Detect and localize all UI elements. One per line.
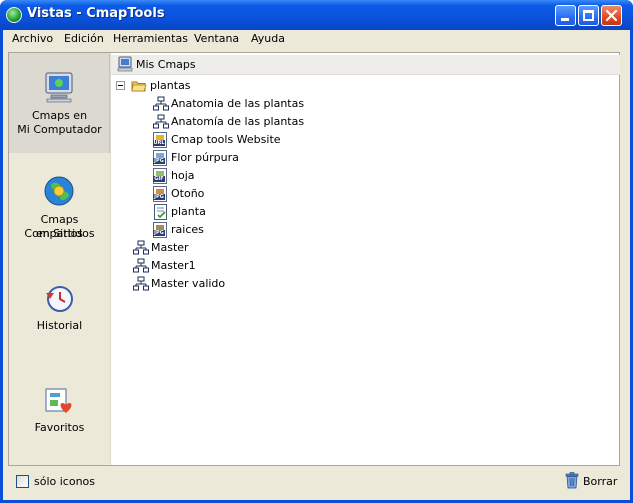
sidebar-item-history[interactable]: Historial	[9, 279, 110, 339]
tree-item-label: planta	[171, 205, 206, 218]
close-button[interactable]	[601, 5, 622, 26]
sidebar-item-label: Historial	[36, 319, 83, 332]
tree-item-row[interactable]: Master	[111, 239, 620, 257]
tree-item-row[interactable]: Anatomia de las plantas	[111, 95, 620, 113]
tree-root-row[interactable]: Mis Cmaps	[111, 55, 620, 75]
tree-item-row[interactable]: Master valido	[111, 275, 620, 293]
tree-item-row[interactable]: Anatomía de las plantas	[111, 113, 620, 131]
views-sidebar: Cmaps en Mi Computador Cmaps Compartidos…	[9, 53, 110, 465]
tree-item-label: Anatomía de las plantas	[171, 115, 305, 128]
tree-item-row[interactable]: planta	[111, 203, 620, 221]
file-type-badge: GIF	[153, 176, 165, 182]
tree-item-row[interactable]: URL Cmap tools Website	[111, 131, 620, 149]
tree-root-label: Mis Cmaps	[136, 58, 196, 71]
icons-only-label: sólo iconos	[34, 475, 96, 488]
history-icon	[46, 286, 73, 312]
menu-archivo[interactable]: Archivo	[12, 32, 53, 45]
close-icon	[605, 9, 618, 22]
tree-folder-label: plantas	[150, 79, 191, 92]
tree-item-label: hoja	[171, 169, 195, 182]
cmap-icon	[133, 276, 149, 291]
favorites-icon	[45, 388, 72, 413]
sidebar-item-label: Favoritos	[34, 421, 85, 434]
menu-herramientas[interactable]: Herramientas	[113, 32, 188, 45]
sidebar-item-label: en Sitios	[35, 227, 84, 240]
shared-sites-icon	[44, 176, 74, 206]
cmap-icon	[133, 240, 149, 255]
sidebar-item-label: Cmaps en	[31, 109, 88, 122]
sidebar-item-shared-sites[interactable]: Cmaps Compartidos en Sitios	[9, 171, 110, 243]
computer-icon	[45, 72, 73, 103]
jpg-file-icon: JPG	[153, 150, 167, 166]
tree-item-row[interactable]: JPG Flor púrpura	[111, 149, 620, 167]
status-bar: sólo iconos Borrar	[8, 470, 620, 494]
window-title: Vistas - CmapTools	[27, 6, 165, 21]
tree-item-label: Cmap tools Website	[171, 133, 281, 146]
jpg-file-icon: JPG	[153, 186, 167, 202]
menu-edicion[interactable]: Edición	[64, 32, 104, 45]
doc-file-icon	[154, 204, 167, 220]
tree-item-row[interactable]: JPG Otoño	[111, 185, 620, 203]
maximize-icon	[583, 10, 594, 21]
cmap-icon	[153, 96, 169, 111]
minimize-icon	[561, 18, 569, 21]
sidebar-item-my-computer[interactable]: Cmaps en Mi Computador	[9, 53, 110, 153]
file-type-badge: URL	[153, 140, 165, 146]
cmap-icon	[133, 258, 149, 273]
minimize-button[interactable]	[555, 5, 576, 26]
window-frame: Archivo Edición Herramientas Ventana Ayu…	[3, 30, 630, 500]
views-panel: Cmaps en Mi Computador Cmaps Compartidos…	[8, 52, 620, 466]
trash-icon[interactable]	[565, 472, 579, 489]
tree-item-label: Flor púrpura	[171, 151, 239, 164]
file-type-badge: JPG	[153, 158, 165, 164]
tree-item-label: Anatomia de las plantas	[171, 97, 305, 110]
my-cmaps-icon	[117, 56, 133, 72]
menu-ventana[interactable]: Ventana	[194, 32, 239, 45]
jpg-file-icon: JPG	[153, 222, 167, 238]
gif-file-icon: GIF	[153, 168, 167, 184]
cmap-icon	[153, 114, 169, 129]
file-type-badge: JPG	[153, 194, 165, 200]
icons-only-checkbox[interactable]	[16, 475, 29, 488]
maximize-button[interactable]	[578, 5, 599, 26]
tree-item-label: Otoño	[171, 187, 205, 200]
app-window: Vistas - CmapTools Archivo Edición Herra…	[0, 0, 633, 503]
tree-item-label: Master1	[151, 259, 196, 272]
folder-open-icon	[131, 81, 147, 92]
tree-item-label: Master valido	[151, 277, 226, 290]
tree-item-label: Master	[151, 241, 189, 254]
tree-folder-row[interactable]: plantas	[111, 77, 620, 95]
cmaptools-app-icon	[6, 7, 22, 23]
url-file-icon: URL	[153, 132, 167, 148]
tree-item-row[interactable]: JPG raices	[111, 221, 620, 239]
file-type-badge: JPG	[153, 230, 165, 236]
tree-item-label: raices	[171, 223, 204, 236]
tree-item-row[interactable]: Master1	[111, 257, 620, 275]
collapse-toggle-icon[interactable]	[116, 81, 125, 90]
cmap-tree: Mis Cmaps plantas Anatomia de las planta…	[110, 53, 620, 465]
title-bar[interactable]: Vistas - CmapTools	[0, 0, 633, 30]
menu-bar: Archivo Edición Herramientas Ventana Ayu…	[3, 30, 630, 49]
sidebar-item-label: Mi Computador	[17, 123, 102, 136]
menu-ayuda[interactable]: Ayuda	[251, 32, 285, 45]
tree-item-row[interactable]: GIF hoja	[111, 167, 620, 185]
sidebar-item-favorites[interactable]: Favoritos	[9, 381, 110, 441]
delete-button[interactable]: Borrar	[583, 475, 617, 488]
